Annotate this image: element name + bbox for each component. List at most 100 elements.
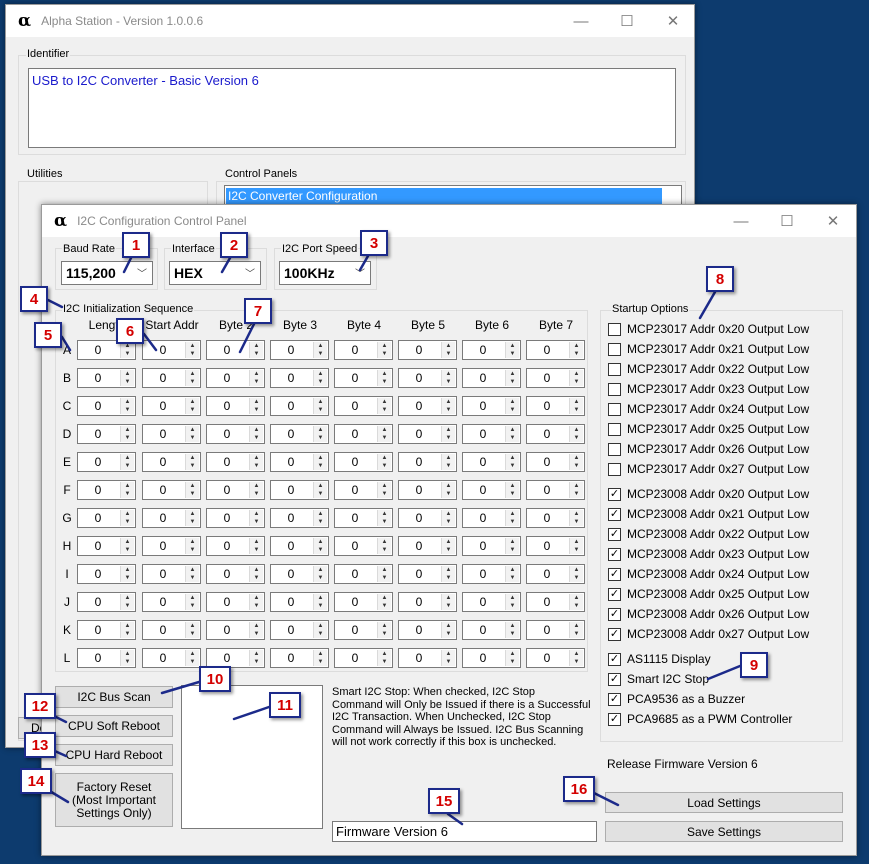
byte-spinner[interactable]: 0 ▲ ▼ bbox=[334, 564, 393, 584]
byte-spinner[interactable]: 0 ▲ ▼ bbox=[142, 340, 201, 360]
arrow-down-icon[interactable]: ▼ bbox=[506, 378, 519, 386]
spinner-buttons[interactable]: ▲ ▼ bbox=[505, 342, 519, 358]
spinner-buttons[interactable]: ▲ ▼ bbox=[505, 482, 519, 498]
port-speed-select[interactable]: 100KHz ﹀ bbox=[279, 261, 371, 285]
checkbox-empty-icon[interactable] bbox=[608, 462, 621, 476]
arrow-up-icon[interactable]: ▲ bbox=[506, 398, 519, 406]
hard-reboot-button[interactable]: CPU Hard Reboot bbox=[55, 744, 173, 766]
spinner-buttons[interactable]: ▲ ▼ bbox=[377, 538, 391, 554]
arrow-up-icon[interactable]: ▲ bbox=[570, 510, 583, 518]
spinner-buttons[interactable]: ▲ ▼ bbox=[569, 622, 583, 638]
interface-select[interactable]: HEX ﹀ bbox=[169, 261, 261, 285]
arrow-up-icon[interactable]: ▲ bbox=[570, 650, 583, 658]
arrow-down-icon[interactable]: ▼ bbox=[506, 406, 519, 414]
spinner-buttons[interactable]: ▲ ▼ bbox=[249, 370, 263, 386]
byte-spinner[interactable]: 0 ▲ ▼ bbox=[334, 536, 393, 556]
spinner-buttons[interactable]: ▲ ▼ bbox=[569, 538, 583, 554]
arrow-up-icon[interactable]: ▲ bbox=[570, 342, 583, 350]
byte-spinner[interactable]: 0 ▲ ▼ bbox=[462, 396, 521, 416]
byte-spinner[interactable]: 0 ▲ ▼ bbox=[270, 396, 329, 416]
spinner-buttons[interactable]: ▲ ▼ bbox=[185, 482, 199, 498]
arrow-down-icon[interactable]: ▼ bbox=[506, 546, 519, 554]
byte-spinner[interactable]: 0 ▲ ▼ bbox=[206, 592, 265, 612]
spinner-buttons[interactable]: ▲ ▼ bbox=[313, 370, 327, 386]
arrow-down-icon[interactable]: ▼ bbox=[314, 518, 327, 526]
spinner-buttons[interactable]: ▲ ▼ bbox=[569, 398, 583, 414]
arrow-up-icon[interactable]: ▲ bbox=[570, 594, 583, 602]
spinner-buttons[interactable]: ▲ ▼ bbox=[120, 370, 134, 386]
arrow-down-icon[interactable]: ▼ bbox=[442, 546, 455, 554]
arrow-down-icon[interactable]: ▼ bbox=[250, 602, 263, 610]
byte-spinner[interactable]: 0 ▲ ▼ bbox=[462, 564, 521, 584]
checkbox-empty-icon[interactable] bbox=[608, 342, 621, 356]
arrow-down-icon[interactable]: ▼ bbox=[250, 630, 263, 638]
spinner-buttons[interactable]: ▲ ▼ bbox=[569, 594, 583, 610]
arrow-up-icon[interactable]: ▲ bbox=[121, 538, 134, 546]
arrow-down-icon[interactable]: ▼ bbox=[378, 434, 391, 442]
arrow-up-icon[interactable]: ▲ bbox=[442, 594, 455, 602]
byte-spinner[interactable]: 0 ▲ ▼ bbox=[142, 452, 201, 472]
arrow-up-icon[interactable]: ▲ bbox=[314, 454, 327, 462]
arrow-down-icon[interactable]: ▼ bbox=[121, 602, 134, 610]
identifier-field[interactable]: USB to I2C Converter - Basic Version 6 bbox=[28, 68, 676, 148]
arrow-up-icon[interactable]: ▲ bbox=[186, 566, 199, 574]
arrow-down-icon[interactable]: ▼ bbox=[506, 658, 519, 666]
checkbox-empty-icon[interactable] bbox=[608, 322, 621, 336]
arrow-down-icon[interactable]: ▼ bbox=[378, 546, 391, 554]
byte-spinner[interactable]: 0 ▲ ▼ bbox=[142, 592, 201, 612]
byte-spinner[interactable]: 0 ▲ ▼ bbox=[270, 452, 329, 472]
byte-spinner[interactable]: 0 ▲ ▼ bbox=[77, 452, 136, 472]
spinner-buttons[interactable]: ▲ ▼ bbox=[249, 482, 263, 498]
arrow-up-icon[interactable]: ▲ bbox=[121, 426, 134, 434]
arrow-down-icon[interactable]: ▼ bbox=[378, 518, 391, 526]
minimize-icon[interactable]: — bbox=[558, 5, 604, 37]
arrow-up-icon[interactable]: ▲ bbox=[121, 650, 134, 658]
spinner-buttons[interactable]: ▲ ▼ bbox=[185, 538, 199, 554]
byte-spinner[interactable]: 0 ▲ ▼ bbox=[334, 340, 393, 360]
startup-option-checkbox[interactable]: ✓ PCA9536 as a Buzzer bbox=[608, 692, 745, 706]
arrow-down-icon[interactable]: ▼ bbox=[442, 406, 455, 414]
arrow-down-icon[interactable]: ▼ bbox=[314, 378, 327, 386]
byte-spinner[interactable]: 0 ▲ ▼ bbox=[526, 536, 585, 556]
checkmark-icon[interactable]: ✓ bbox=[608, 587, 621, 601]
spinner-buttons[interactable]: ▲ ▼ bbox=[505, 370, 519, 386]
spinner-buttons[interactable]: ▲ ▼ bbox=[377, 510, 391, 526]
byte-spinner[interactable]: 0 ▲ ▼ bbox=[526, 396, 585, 416]
arrow-up-icon[interactable]: ▲ bbox=[506, 342, 519, 350]
arrow-up-icon[interactable]: ▲ bbox=[186, 342, 199, 350]
startup-option-checkbox[interactable]: ✓ MCP23008 Addr 0x25 Output Low bbox=[608, 587, 809, 601]
arrow-down-icon[interactable]: ▼ bbox=[121, 350, 134, 358]
byte-spinner[interactable]: 0 ▲ ▼ bbox=[77, 564, 136, 584]
checkbox-empty-icon[interactable] bbox=[608, 442, 621, 456]
arrow-down-icon[interactable]: ▼ bbox=[314, 630, 327, 638]
arrow-down-icon[interactable]: ▼ bbox=[121, 574, 134, 582]
startup-option-checkbox[interactable]: MCP23017 Addr 0x20 Output Low bbox=[608, 322, 809, 336]
byte-spinner[interactable]: 0 ▲ ▼ bbox=[526, 340, 585, 360]
arrow-up-icon[interactable]: ▲ bbox=[250, 594, 263, 602]
startup-option-checkbox[interactable]: MCP23017 Addr 0x21 Output Low bbox=[608, 342, 809, 356]
soft-reboot-button[interactable]: CPU Soft Reboot bbox=[55, 715, 173, 737]
arrow-down-icon[interactable]: ▼ bbox=[442, 378, 455, 386]
arrow-up-icon[interactable]: ▲ bbox=[442, 454, 455, 462]
arrow-down-icon[interactable]: ▼ bbox=[378, 378, 391, 386]
spinner-buttons[interactable]: ▲ ▼ bbox=[377, 426, 391, 442]
arrow-down-icon[interactable]: ▼ bbox=[186, 630, 199, 638]
arrow-up-icon[interactable]: ▲ bbox=[314, 398, 327, 406]
spinner-buttons[interactable]: ▲ ▼ bbox=[313, 342, 327, 358]
arrow-down-icon[interactable]: ▼ bbox=[506, 350, 519, 358]
bus-scan-button[interactable]: I2C Bus Scan bbox=[55, 686, 173, 708]
close-icon[interactable]: ✕ bbox=[810, 205, 856, 237]
arrow-up-icon[interactable]: ▲ bbox=[378, 566, 391, 574]
spinner-buttons[interactable]: ▲ ▼ bbox=[120, 342, 134, 358]
arrow-up-icon[interactable]: ▲ bbox=[250, 650, 263, 658]
byte-spinner[interactable]: 0 ▲ ▼ bbox=[334, 396, 393, 416]
arrow-down-icon[interactable]: ▼ bbox=[250, 658, 263, 666]
startup-option-checkbox[interactable]: MCP23017 Addr 0x27 Output Low bbox=[608, 462, 809, 476]
byte-spinner[interactable]: 0 ▲ ▼ bbox=[77, 536, 136, 556]
spinner-buttons[interactable]: ▲ ▼ bbox=[185, 454, 199, 470]
arrow-up-icon[interactable]: ▲ bbox=[506, 454, 519, 462]
arrow-down-icon[interactable]: ▼ bbox=[570, 462, 583, 470]
spinner-buttons[interactable]: ▲ ▼ bbox=[505, 538, 519, 554]
byte-spinner[interactable]: 0 ▲ ▼ bbox=[142, 620, 201, 640]
arrow-up-icon[interactable]: ▲ bbox=[250, 566, 263, 574]
